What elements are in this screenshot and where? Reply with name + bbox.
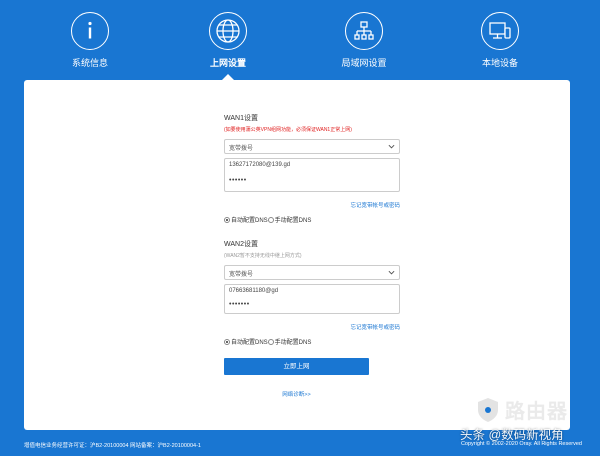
info-icon bbox=[71, 12, 109, 50]
wan1-dns-manual-label: 手动配置DNS bbox=[274, 218, 312, 224]
footer-license: 增值电信业务经营许可证：沪B2-20100004 网站备案：沪B2-201000… bbox=[24, 443, 201, 449]
wan1-note: (如要使用蒲公英VPN组网功能，必须保证WAN1正常上网) bbox=[224, 127, 352, 133]
network-icon bbox=[345, 12, 383, 50]
shield-icon bbox=[478, 397, 498, 422]
wan2-section: WAN2设置 (WAN2暂不支持无线中继上网方式) 宽带拨号 076636811… bbox=[224, 239, 400, 346]
wan1-credentials: 13627172080@139.gd •••••• bbox=[224, 158, 400, 192]
nav-lan-settings[interactable]: 局域网设置 bbox=[319, 12, 409, 69]
nav-system-info[interactable]: 系统信息 bbox=[45, 12, 135, 69]
wan2-title: WAN2设置 bbox=[224, 241, 258, 248]
wan2-mode-select[interactable]: 宽带拨号 bbox=[224, 265, 400, 280]
wan1-mode-select[interactable]: 宽带拨号 bbox=[224, 139, 400, 154]
watermark-author: 头条 @数码新视角 bbox=[460, 428, 564, 442]
nav-local-devices[interactable]: 本地设备 bbox=[455, 12, 545, 69]
wan2-dns-options: 自动配置DNS 手动配置DNS bbox=[224, 337, 400, 346]
wan2-dns-auto-radio[interactable] bbox=[224, 338, 230, 345]
connect-button[interactable]: 立即上网 bbox=[224, 358, 369, 375]
nav-internet-settings[interactable]: 上网设置 bbox=[183, 12, 273, 81]
globe-icon bbox=[209, 12, 247, 50]
top-navigation: 系统信息 上网设置 局域网设置 本地设备 bbox=[0, 0, 600, 81]
wan2-forgot-link[interactable]: 忘记宽带帐号或密码 bbox=[350, 325, 400, 331]
wan2-credentials: 07663681180@gd ••••••• bbox=[224, 284, 400, 314]
wan1-dns-auto-label: 自动配置DNS bbox=[231, 218, 268, 224]
wan1-title: WAN1设置 bbox=[224, 115, 258, 122]
wan1-mode-value: 宽带拨号 bbox=[229, 146, 254, 152]
wan2-dns-auto-label: 自动配置DNS bbox=[231, 340, 268, 346]
wan1-dns-auto-radio[interactable] bbox=[224, 216, 230, 223]
wan1-password-input[interactable]: •••••• bbox=[225, 175, 399, 191]
nav-label: 系统信息 bbox=[71, 58, 108, 68]
wan1-forgot-link[interactable]: 忘记宽带帐号或密码 bbox=[350, 203, 400, 209]
wan2-note: (WAN2暂不支持无线中继上网方式) bbox=[224, 253, 302, 259]
wan1-dns-manual-radio[interactable] bbox=[267, 216, 274, 223]
wan2-dns-manual-radio[interactable] bbox=[267, 338, 274, 345]
nav-label: 上网设置 bbox=[209, 58, 246, 68]
nav-label: 本地设备 bbox=[481, 58, 518, 68]
nav-label: 局域网设置 bbox=[341, 58, 387, 68]
devices-icon bbox=[481, 12, 519, 50]
watermark-logo: 路由器 bbox=[476, 395, 568, 424]
chevron-down-icon bbox=[388, 270, 395, 275]
wan2-dns-manual-label: 手动配置DNS bbox=[274, 340, 312, 346]
network-diagnose-link[interactable]: 网络诊断>> bbox=[282, 392, 310, 398]
wan2-mode-value: 宽带拨号 bbox=[229, 272, 254, 278]
settings-panel: WAN1设置 (如要使用蒲公英VPN组网功能，必须保证WAN1正常上网) 宽带拨… bbox=[24, 80, 570, 430]
wan1-account-input[interactable]: 13627172080@139.gd bbox=[225, 159, 399, 175]
watermark-logo-text: 路由器 bbox=[505, 401, 568, 423]
wan1-dns-options: 自动配置DNS 手动配置DNS bbox=[224, 215, 400, 224]
wan1-section: WAN1设置 (如要使用蒲公英VPN组网功能，必须保证WAN1正常上网) 宽带拨… bbox=[224, 113, 400, 224]
wan2-password-input[interactable]: ••••••• bbox=[225, 299, 399, 313]
chevron-down-icon bbox=[388, 144, 395, 149]
wan2-account-input[interactable]: 07663681180@gd bbox=[225, 285, 399, 299]
